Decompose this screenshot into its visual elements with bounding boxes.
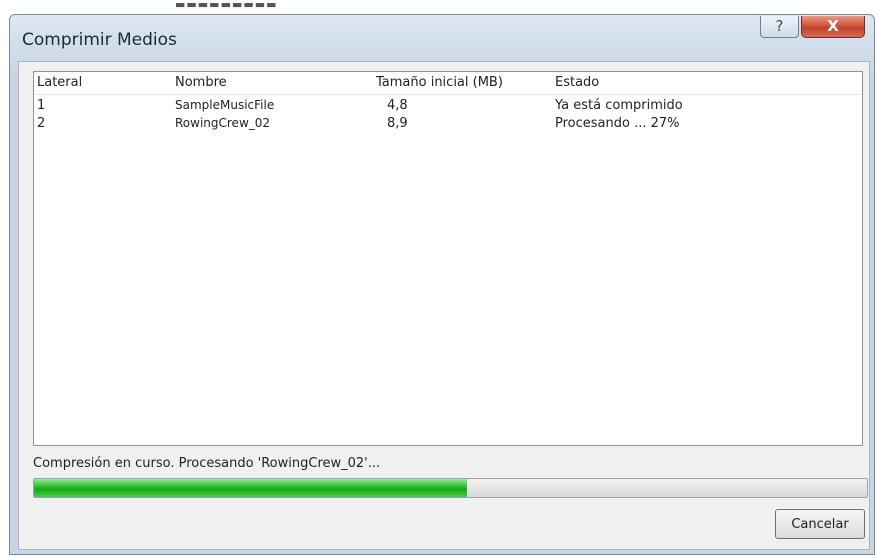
dialog-title: Comprimir Medios — [22, 30, 177, 50]
progress-fill — [34, 479, 468, 497]
column-header-nombre[interactable]: Nombre — [175, 75, 227, 90]
row-tamano: 8,9 — [387, 116, 408, 131]
help-icon: ? — [775, 17, 784, 35]
row-lateral: 1 — [37, 98, 46, 113]
compress-media-dialog: Comprimir Medios ? X Lateral Nombre Tama… — [9, 14, 875, 555]
cancel-button[interactable]: Cancelar — [775, 509, 865, 539]
row-nombre: SampleMusicFile — [175, 98, 275, 112]
close-button[interactable]: X — [801, 16, 865, 38]
media-list[interactable]: Lateral Nombre Tamaño inicial (MB) Estad… — [33, 71, 863, 446]
dialog-body: Lateral Nombre Tamaño inicial (MB) Estad… — [18, 61, 870, 550]
list-header: Lateral Nombre Tamaño inicial (MB) Estad… — [34, 72, 862, 95]
screen: ▬▬▬▬▬▬▬▬▬ Comprimir Medios ? X Lateral N… — [0, 0, 877, 557]
row-lateral: 2 — [37, 116, 46, 131]
table-row[interactable]: 1 SampleMusicFile 4,8 Ya está comprimido — [34, 98, 862, 116]
row-estado: Procesando ... 27% — [555, 116, 680, 131]
close-icon: X — [827, 17, 839, 35]
row-nombre: RowingCrew_02 — [175, 116, 271, 130]
compression-progress-bar — [33, 478, 868, 498]
row-estado: Ya está comprimido — [555, 98, 683, 113]
table-row[interactable]: 2 RowingCrew_02 8,9 Procesando ... 27% — [34, 116, 862, 134]
column-header-lateral[interactable]: Lateral — [37, 75, 82, 90]
column-header-tamano[interactable]: Tamaño inicial (MB) — [376, 75, 503, 90]
compression-status-text: Compresión en curso. Procesando 'RowingC… — [33, 456, 381, 471]
row-tamano: 4,8 — [387, 98, 408, 113]
background-window-fragment: ▬▬▬▬▬▬▬▬▬ — [175, 0, 278, 10]
column-header-estado[interactable]: Estado — [555, 75, 599, 90]
help-button[interactable]: ? — [760, 16, 799, 38]
